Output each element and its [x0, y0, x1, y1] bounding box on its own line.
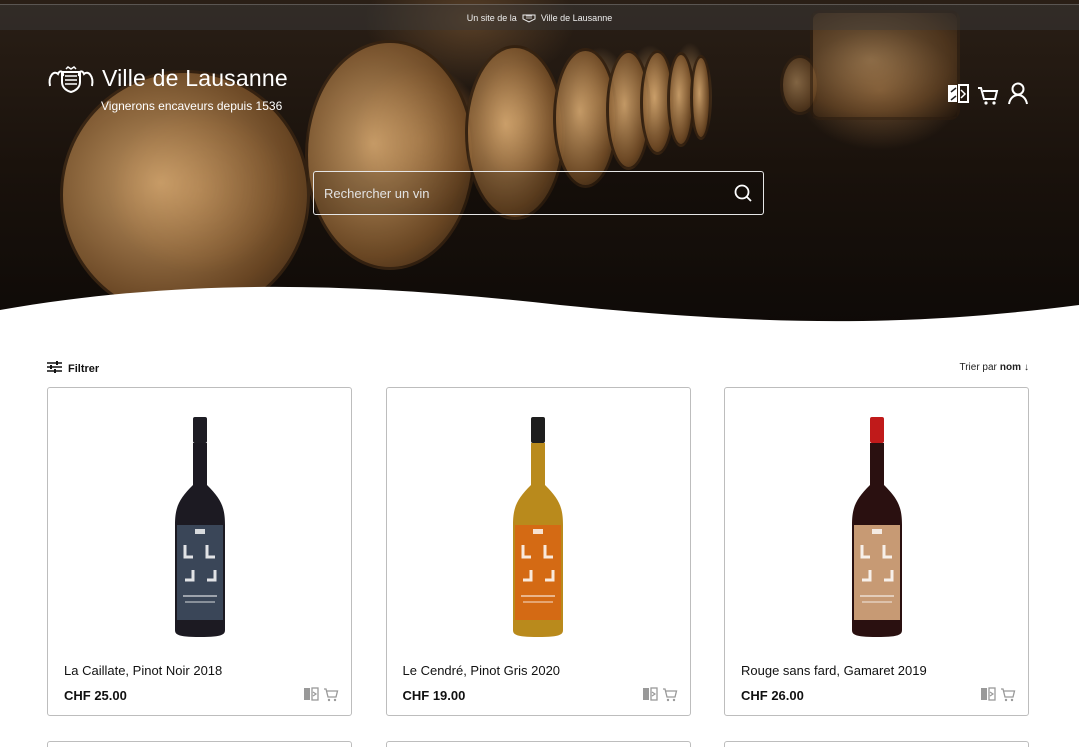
product-card[interactable]: Rouge sans fard, Gamaret 2019 CHF 26.00 [724, 387, 1029, 716]
top-banner[interactable]: Un site de la Ville de Lausanne [0, 4, 1079, 30]
product-grid-next-row [47, 741, 1029, 747]
topbar-brand: Ville de Lausanne [540, 12, 613, 23]
compare-icon[interactable] [303, 686, 319, 702]
sort-value: nom [999, 362, 1021, 373]
sort-control[interactable]: Trier par nom ↓ [959, 362, 1029, 373]
user-icon[interactable] [1007, 82, 1029, 106]
add-to-cart-icon[interactable] [662, 686, 678, 702]
product-name[interactable]: Rouge sans fard, Gamaret 2019 [741, 663, 927, 678]
product-actions [303, 686, 339, 702]
sort-arrow-icon: ↓ [1024, 362, 1029, 373]
hero-banner: Un site de la Ville de Lausanne Ville de… [0, 0, 1079, 330]
product-card[interactable] [385, 741, 691, 747]
filter-button[interactable]: Filtrer [47, 361, 99, 376]
product-actions [642, 686, 678, 702]
product-card[interactable] [47, 741, 352, 747]
product-actions [980, 686, 1016, 702]
compare-icon[interactable] [947, 82, 969, 106]
logo-title: Ville de Lausanne [102, 65, 288, 91]
product-grid: La Caillate, Pinot Noir 2018 CHF 25.00 L… [47, 387, 1029, 716]
compare-icon[interactable] [980, 686, 996, 702]
product-price: CHF 26.00 [741, 688, 804, 703]
product-name[interactable]: Le Cendré, Pinot Gris 2020 [403, 663, 561, 678]
compare-icon[interactable] [642, 686, 658, 702]
add-to-cart-icon[interactable] [1000, 686, 1016, 702]
sliders-icon [47, 361, 62, 376]
product-card[interactable] [724, 741, 1029, 747]
wine-bottle-image[interactable] [725, 400, 1028, 640]
site-logo[interactable]: Ville de Lausanne Vignerons encaveurs de… [46, 65, 288, 113]
cart-icon[interactable] [977, 82, 999, 106]
search-input[interactable] [324, 185, 733, 201]
search-icon[interactable] [733, 183, 753, 203]
barrel-image [690, 55, 712, 140]
product-name[interactable]: La Caillate, Pinot Noir 2018 [64, 663, 222, 678]
wine-bottle-image[interactable] [48, 400, 351, 640]
lausanne-crest-icon [46, 66, 96, 96]
product-price: CHF 25.00 [64, 688, 127, 703]
logo-subtitle: Vignerons encaveurs depuis 1536 [101, 99, 283, 113]
hero-wave-divider [0, 286, 1079, 330]
product-card[interactable]: La Caillate, Pinot Noir 2018 CHF 25.00 [47, 387, 352, 716]
barrel-image [305, 40, 475, 270]
header-actions [947, 82, 1029, 106]
filter-label: Filtrer [68, 362, 100, 375]
topbar-prefix: Un site de la [466, 12, 517, 23]
wine-bottle-image[interactable] [387, 400, 690, 640]
product-card[interactable]: Le Cendré, Pinot Gris 2020 CHF 19.00 [385, 387, 691, 716]
product-price: CHF 19.00 [402, 688, 466, 703]
search-bar[interactable] [313, 171, 764, 215]
sort-prefix: Trier par [959, 362, 997, 373]
add-to-cart-icon[interactable] [323, 686, 339, 702]
lausanne-crest-icon [521, 13, 537, 23]
